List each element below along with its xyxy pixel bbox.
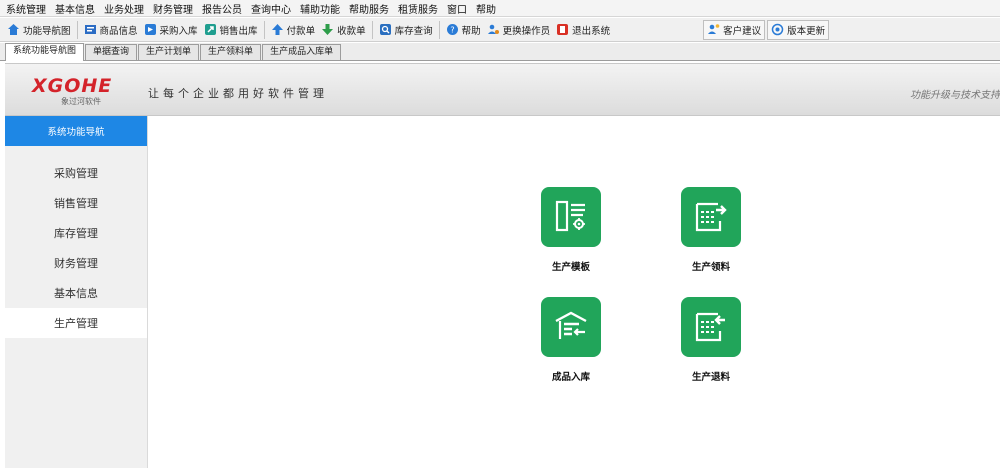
tile-label: 成品入库 [551, 372, 590, 383]
tile-material-return[interactable]: 生产退料 [661, 297, 761, 383]
toolbar-label: 功能导航图 [23, 25, 71, 37]
menu-window[interactable]: 窗口 [447, 1, 467, 16]
support-link[interactable]: 功能升级与技术支持 [910, 86, 1000, 101]
sidebar-item-inventory[interactable]: 库存管理 [5, 218, 147, 248]
customer-icon [707, 23, 720, 36]
tab-finished-goods-in[interactable]: 生产成品入库单 [262, 44, 342, 60]
toolbar-divider [263, 20, 265, 39]
menu-bar: 系统管理 基本信息 业务处理 财务管理 报告公员 查询中心 辅助功能 帮助服务 … [0, 0, 1000, 17]
toolbar-help-button[interactable]: ? 帮助 [443, 20, 484, 40]
toolbar-stock-search-button[interactable]: 库存查询 [376, 20, 436, 40]
sidebar: 系统功能导航 采购管理 销售管理 库存管理 财务管理 基本信息 生产管理 [5, 116, 148, 468]
menu-help-service[interactable]: 帮助服务 [349, 1, 389, 16]
sidebar-menu: 采购管理 销售管理 库存管理 财务管理 基本信息 生产管理 [5, 158, 147, 338]
tab-material-requisition[interactable]: 生产领料单 [200, 44, 262, 60]
toolbar-label: 更换操作员 [502, 25, 551, 37]
tile-label: 生产领料 [691, 262, 730, 273]
toolbar-payment-button[interactable]: 付款单 [268, 20, 319, 40]
stock-search-icon [379, 23, 392, 36]
toolbar-label: 销售出库 [219, 25, 258, 37]
toolbar-label: 商品信息 [99, 25, 138, 37]
sales-icon [204, 23, 217, 36]
brand-subtitle: 象过河软件 [61, 97, 101, 106]
payment-icon [271, 23, 284, 36]
toolbar-divider [438, 20, 440, 39]
purchase-icon [144, 23, 157, 36]
exit-icon [556, 23, 569, 36]
brand-logo: XGOHE [32, 75, 113, 97]
toolbar-label: 帮助 [461, 25, 481, 37]
menu-tools[interactable]: 辅助功能 [300, 1, 340, 16]
user-switch-icon [487, 23, 500, 36]
toolbar-divider [371, 20, 373, 39]
sidebar-item-sales[interactable]: 销售管理 [5, 188, 147, 218]
help-icon: ? [446, 23, 459, 36]
menu-finance[interactable]: 财务管理 [153, 1, 193, 16]
tile-material-issue[interactable]: 生产领料 [661, 187, 761, 273]
toolbar-switch-user-button[interactable]: 更换操作员 [484, 20, 554, 40]
toolbar-goods-button[interactable]: 商品信息 [81, 20, 141, 40]
tile-production-template[interactable]: 生产模板 [521, 187, 621, 273]
toolbar-label: 收款单 [337, 25, 366, 37]
menu-system[interactable]: 系统管理 [6, 1, 46, 16]
toolbar-sales-button[interactable]: 销售出库 [201, 20, 261, 40]
menu-help[interactable]: 帮助 [476, 1, 496, 16]
menu-report[interactable]: 报告公员 [202, 1, 242, 16]
tile-label: 生产退料 [691, 372, 730, 383]
banner-slogan: 让每个企业都用好软件管理 [148, 87, 328, 100]
toolbar-label: 版本更新 [787, 25, 826, 37]
toolbar-label: 库存查询 [394, 25, 433, 37]
toolbar-receipt-button[interactable]: 收款单 [318, 20, 369, 40]
tile-icon-box [541, 297, 601, 357]
sidebar-item-purchase[interactable]: 采购管理 [5, 158, 147, 188]
toolbar-customer-feedback-button[interactable]: 客户建议 [703, 19, 766, 40]
toolbar-label: 退出系统 [572, 25, 611, 37]
menu-basic-info[interactable]: 基本信息 [55, 1, 95, 16]
tab-document-query[interactable]: 单据查询 [85, 44, 138, 60]
toolbar-label: 客户建议 [723, 25, 762, 37]
menu-business[interactable]: 业务处理 [104, 1, 144, 16]
tile-icon-box [681, 297, 741, 357]
sidebar-item-production[interactable]: 生产管理 [5, 308, 147, 338]
tile-icon-box [681, 187, 741, 247]
toolbar-label: 采购入库 [159, 25, 198, 37]
warehouse-in-icon [554, 309, 588, 346]
tile-icon-box [541, 187, 601, 247]
toolbar-exit-button[interactable]: 退出系统 [553, 20, 613, 40]
toolbar-divider [76, 20, 78, 39]
receipt-icon [321, 23, 334, 36]
material-return-icon [694, 309, 728, 346]
goods-icon [84, 23, 97, 36]
svg-text:?: ? [450, 26, 454, 35]
material-issue-icon [694, 199, 728, 236]
header-banner: XGOHE 象过河软件 让每个企业都用好软件管理 功能升级与技术支持 [5, 63, 1000, 116]
toolbar-purchase-button[interactable]: 采购入库 [141, 20, 201, 40]
document-tabs: 系统功能导航图 单据查询 生产计划单 生产领料单 生产成品入库单 [0, 43, 1000, 61]
toolbar-nav-button[interactable]: 功能导航图 [4, 20, 74, 40]
menu-query[interactable]: 查询中心 [251, 1, 291, 16]
sidebar-header: 系统功能导航 [5, 116, 147, 146]
home-icon [7, 23, 20, 36]
sidebar-item-finance[interactable]: 财务管理 [5, 248, 147, 278]
tile-warehouse-in[interactable]: 成品入库 [521, 297, 621, 383]
tab-function-nav[interactable]: 系统功能导航图 [5, 43, 85, 61]
tile-label: 生产模板 [551, 262, 590, 273]
sidebar-item-basic-info[interactable]: 基本信息 [5, 278, 147, 308]
tab-production-plan[interactable]: 生产计划单 [138, 44, 200, 60]
toolbar-version-update-button[interactable]: 版本更新 [767, 19, 830, 40]
toolbar: 功能导航图 商品信息 采购入库 销售出库 付款单 收款单 库存查询 ? 帮助 更… [0, 18, 1000, 42]
toolbar-label: 付款单 [286, 25, 316, 37]
update-icon [771, 23, 784, 36]
menu-rental[interactable]: 租赁服务 [398, 1, 438, 16]
production-template-icon [554, 199, 588, 236]
